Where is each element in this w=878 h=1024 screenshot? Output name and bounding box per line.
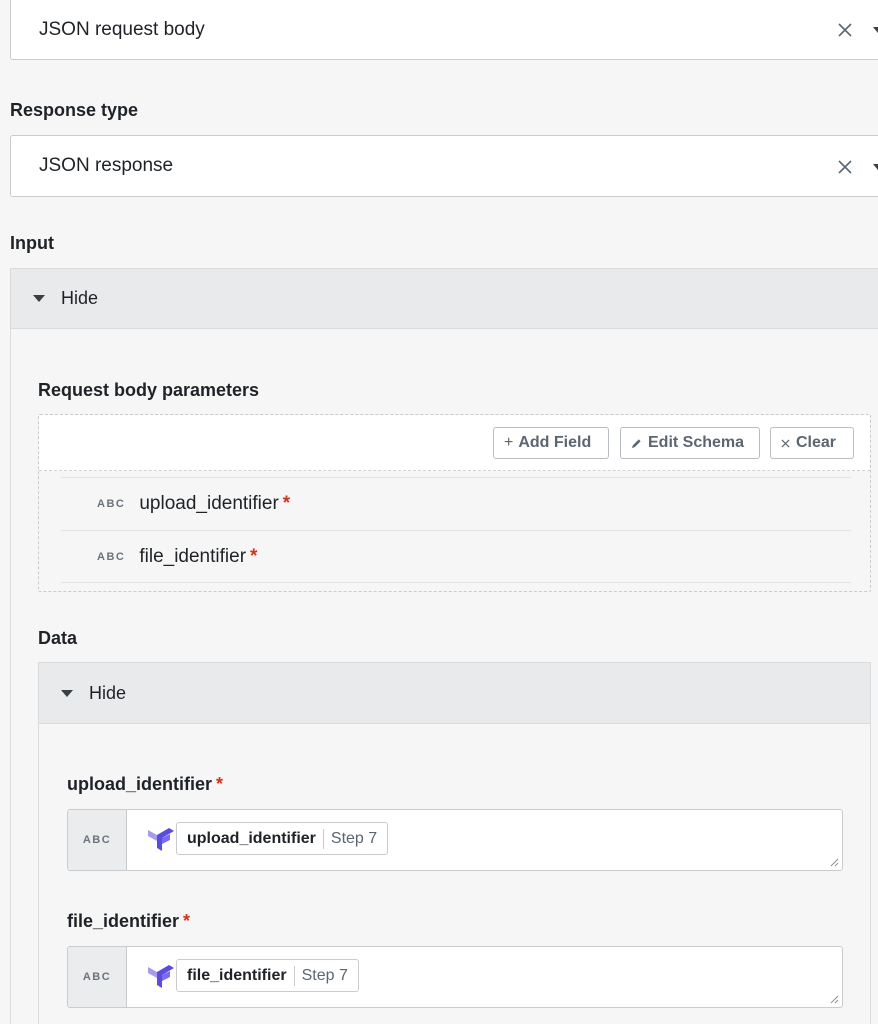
chevron-down-icon[interactable]: [873, 164, 878, 170]
app-logo-icon: [148, 827, 174, 851]
edit-schema-button[interactable]: Edit Schema: [620, 427, 760, 459]
required-mark: *: [250, 545, 258, 567]
resize-handle-icon[interactable]: [829, 994, 839, 1004]
param-name: upload_identifier *: [139, 493, 291, 514]
text-type-tag: ABC: [97, 498, 126, 510]
file-identifier-field[interactable]: ABC file_identifier Step 7: [67, 946, 843, 1008]
data-hide-toggle[interactable]: Hide: [38, 662, 871, 724]
request-type-value: JSON request body: [39, 18, 205, 40]
text-type-tag: ABC: [68, 947, 127, 1007]
clear-icon[interactable]: [836, 21, 854, 39]
text-type-tag: ABC: [68, 810, 127, 870]
edit-schema-label: Edit Schema: [648, 434, 745, 451]
request-body-parameters: + Add Field Edit Schema Clear ABC upload…: [38, 414, 871, 592]
add-field-button[interactable]: + Add Field: [493, 427, 609, 459]
caret-down-icon: [61, 689, 73, 697]
caret-down-icon: [33, 295, 45, 302]
data-pill[interactable]: file_identifier Step 7: [144, 959, 359, 992]
upload-identifier-field[interactable]: ABC upload_identifier Step 7: [67, 809, 843, 871]
pill-step: Step 7: [330, 829, 378, 847]
input-label: Input: [10, 233, 54, 253]
pill-body: upload_identifier Step 7: [176, 822, 389, 855]
param-name: file_identifier *: [139, 545, 258, 567]
field-label-file-identifier: file_identifier *: [67, 911, 191, 931]
data-hide-label: Hide: [89, 682, 127, 703]
pencil-icon: [631, 438, 641, 448]
resize-handle-icon[interactable]: [829, 857, 839, 867]
add-field-label: Add Field: [518, 434, 592, 451]
params-toolbar: + Add Field Edit Schema Clear: [39, 415, 870, 471]
app-logo-icon: [148, 964, 174, 988]
pill-name: file_identifier: [187, 966, 287, 984]
param-row[interactable]: ABC file_identifier *: [61, 530, 851, 583]
input-hide-toggle[interactable]: Hide: [10, 268, 878, 329]
required-mark: *: [282, 493, 291, 514]
param-row[interactable]: ABC upload_identifier *: [61, 477, 851, 530]
request-body-title: Request body parameters: [38, 380, 260, 400]
text-type-tag: ABC: [97, 550, 126, 563]
pill-divider: [322, 828, 324, 849]
clear-button[interactable]: Clear: [770, 427, 854, 459]
clear-icon[interactable]: [836, 158, 854, 176]
data-pill[interactable]: upload_identifier Step 7: [144, 822, 389, 855]
pill-name: upload_identifier: [187, 829, 316, 847]
input-hide-label: Hide: [61, 288, 99, 308]
pill-step: Step 7: [301, 966, 348, 984]
response-type-select[interactable]: JSON response: [10, 135, 878, 197]
close-icon: [781, 438, 790, 448]
clear-label: Clear: [796, 434, 837, 451]
required-mark: *: [183, 911, 191, 931]
plus-icon: +: [504, 434, 514, 451]
pill-divider: [293, 965, 295, 986]
chevron-down-icon[interactable]: [873, 27, 878, 33]
field-label-upload-identifier: upload_identifier *: [67, 774, 224, 794]
request-type-select[interactable]: JSON request body: [10, 0, 878, 60]
pill-body: file_identifier Step 7: [176, 959, 359, 992]
data-label: Data: [38, 628, 78, 648]
response-type-label: Response type: [10, 100, 139, 120]
response-type-value: JSON response: [39, 155, 174, 176]
required-mark: *: [216, 774, 224, 794]
